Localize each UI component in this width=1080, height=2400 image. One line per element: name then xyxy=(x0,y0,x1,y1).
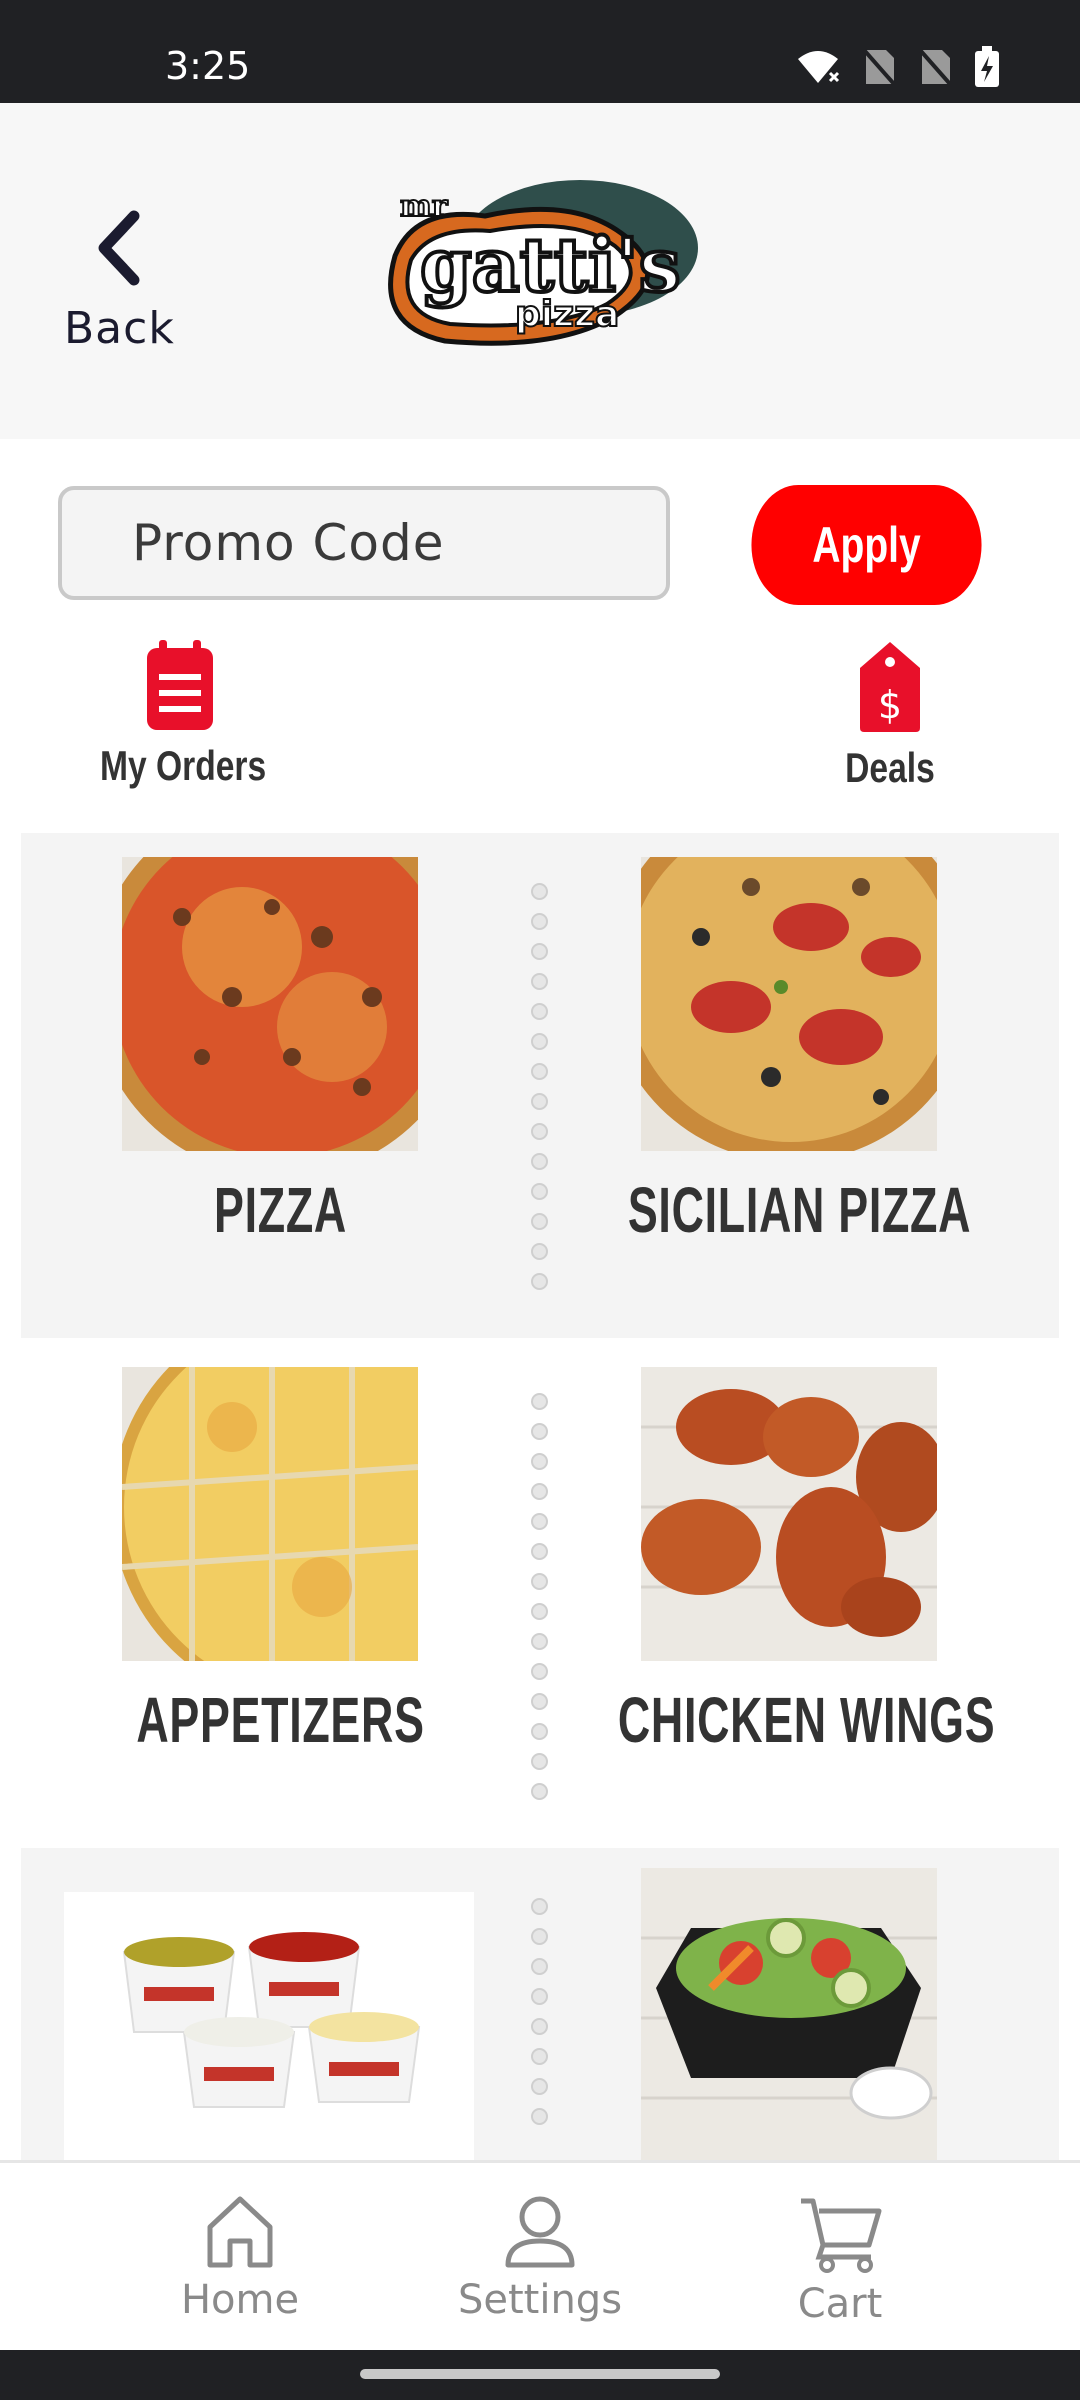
gesture-handle[interactable] xyxy=(360,2369,720,2379)
chevron-left-icon xyxy=(98,210,140,286)
my-orders-button[interactable]: My Orders xyxy=(80,640,280,790)
category-chicken-wings[interactable]: CHICKEN WINGS xyxy=(540,1343,1059,1848)
category-row xyxy=(21,1848,1059,2160)
apply-button[interactable]: Apply xyxy=(751,485,982,605)
user-icon xyxy=(505,2196,575,2268)
nav-settings[interactable]: Settings xyxy=(420,2193,660,2323)
wifi-icon xyxy=(798,51,840,83)
app-header: Back mr gatti's pizza xyxy=(0,103,1080,439)
nav-home[interactable]: Home xyxy=(120,2193,360,2323)
category-pizza[interactable]: PIZZA xyxy=(21,833,540,1338)
svg-text:$: $ xyxy=(878,683,902,727)
status-bar: 3:25 xyxy=(0,0,1080,103)
category-row: PIZZA SICILIAN PIZZA xyxy=(21,833,1059,1338)
nav-cart[interactable]: Cart xyxy=(720,2193,960,2327)
deals-button[interactable]: $ Deals xyxy=(790,640,990,792)
gesture-bar xyxy=(0,2350,1080,2400)
pizza-image xyxy=(122,857,418,1151)
cart-icon xyxy=(801,2198,882,2273)
category-title: SICILIAN PIZZA xyxy=(627,1174,972,1246)
sauces-image xyxy=(64,1892,474,2160)
nav-home-label: Home xyxy=(180,2277,300,2323)
deals-label: Deals xyxy=(845,744,935,791)
my-orders-label: My Orders xyxy=(100,742,267,789)
brand-logo: mr gatti's pizza xyxy=(375,176,705,356)
category-row: APPETIZERS CHICKEN WINGS xyxy=(21,1343,1059,1848)
svg-text:pizza: pizza xyxy=(515,294,619,335)
category-appetizers[interactable]: APPETIZERS xyxy=(21,1343,540,1848)
svg-text:mr: mr xyxy=(400,189,449,224)
salad-image xyxy=(641,1868,937,2160)
bottom-navigation: Home Settings Cart xyxy=(0,2160,1080,2353)
back-button[interactable]: Back xyxy=(60,208,180,358)
chicken-wings-image xyxy=(641,1367,937,1661)
category-sicilian-pizza[interactable]: SICILIAN PIZZA xyxy=(540,833,1059,1338)
nav-cart-label: Cart xyxy=(797,2281,883,2327)
nav-settings-label: Settings xyxy=(457,2277,623,2323)
price-tag-icon: $ xyxy=(860,642,920,732)
status-time: 3:25 xyxy=(165,44,251,88)
home-icon xyxy=(207,2196,273,2268)
no-sim-icon xyxy=(862,48,896,86)
back-label: Back xyxy=(64,303,175,354)
category-title: APPETIZERS xyxy=(136,1684,425,1756)
no-sim-icon xyxy=(918,48,952,86)
promo-code-field[interactable] xyxy=(58,486,670,600)
category-sauces[interactable] xyxy=(21,1848,540,2160)
clipboard-icon xyxy=(147,640,213,730)
battery-charging-icon xyxy=(975,46,999,87)
category-salad[interactable] xyxy=(540,1848,1059,2160)
appetizers-image xyxy=(122,1367,418,1661)
category-title: CHICKEN WINGS xyxy=(617,1684,996,1756)
promo-code-input[interactable] xyxy=(62,490,666,596)
category-title: PIZZA xyxy=(214,1174,347,1246)
sicilian-pizza-image xyxy=(641,857,937,1151)
status-icons xyxy=(796,46,1000,88)
